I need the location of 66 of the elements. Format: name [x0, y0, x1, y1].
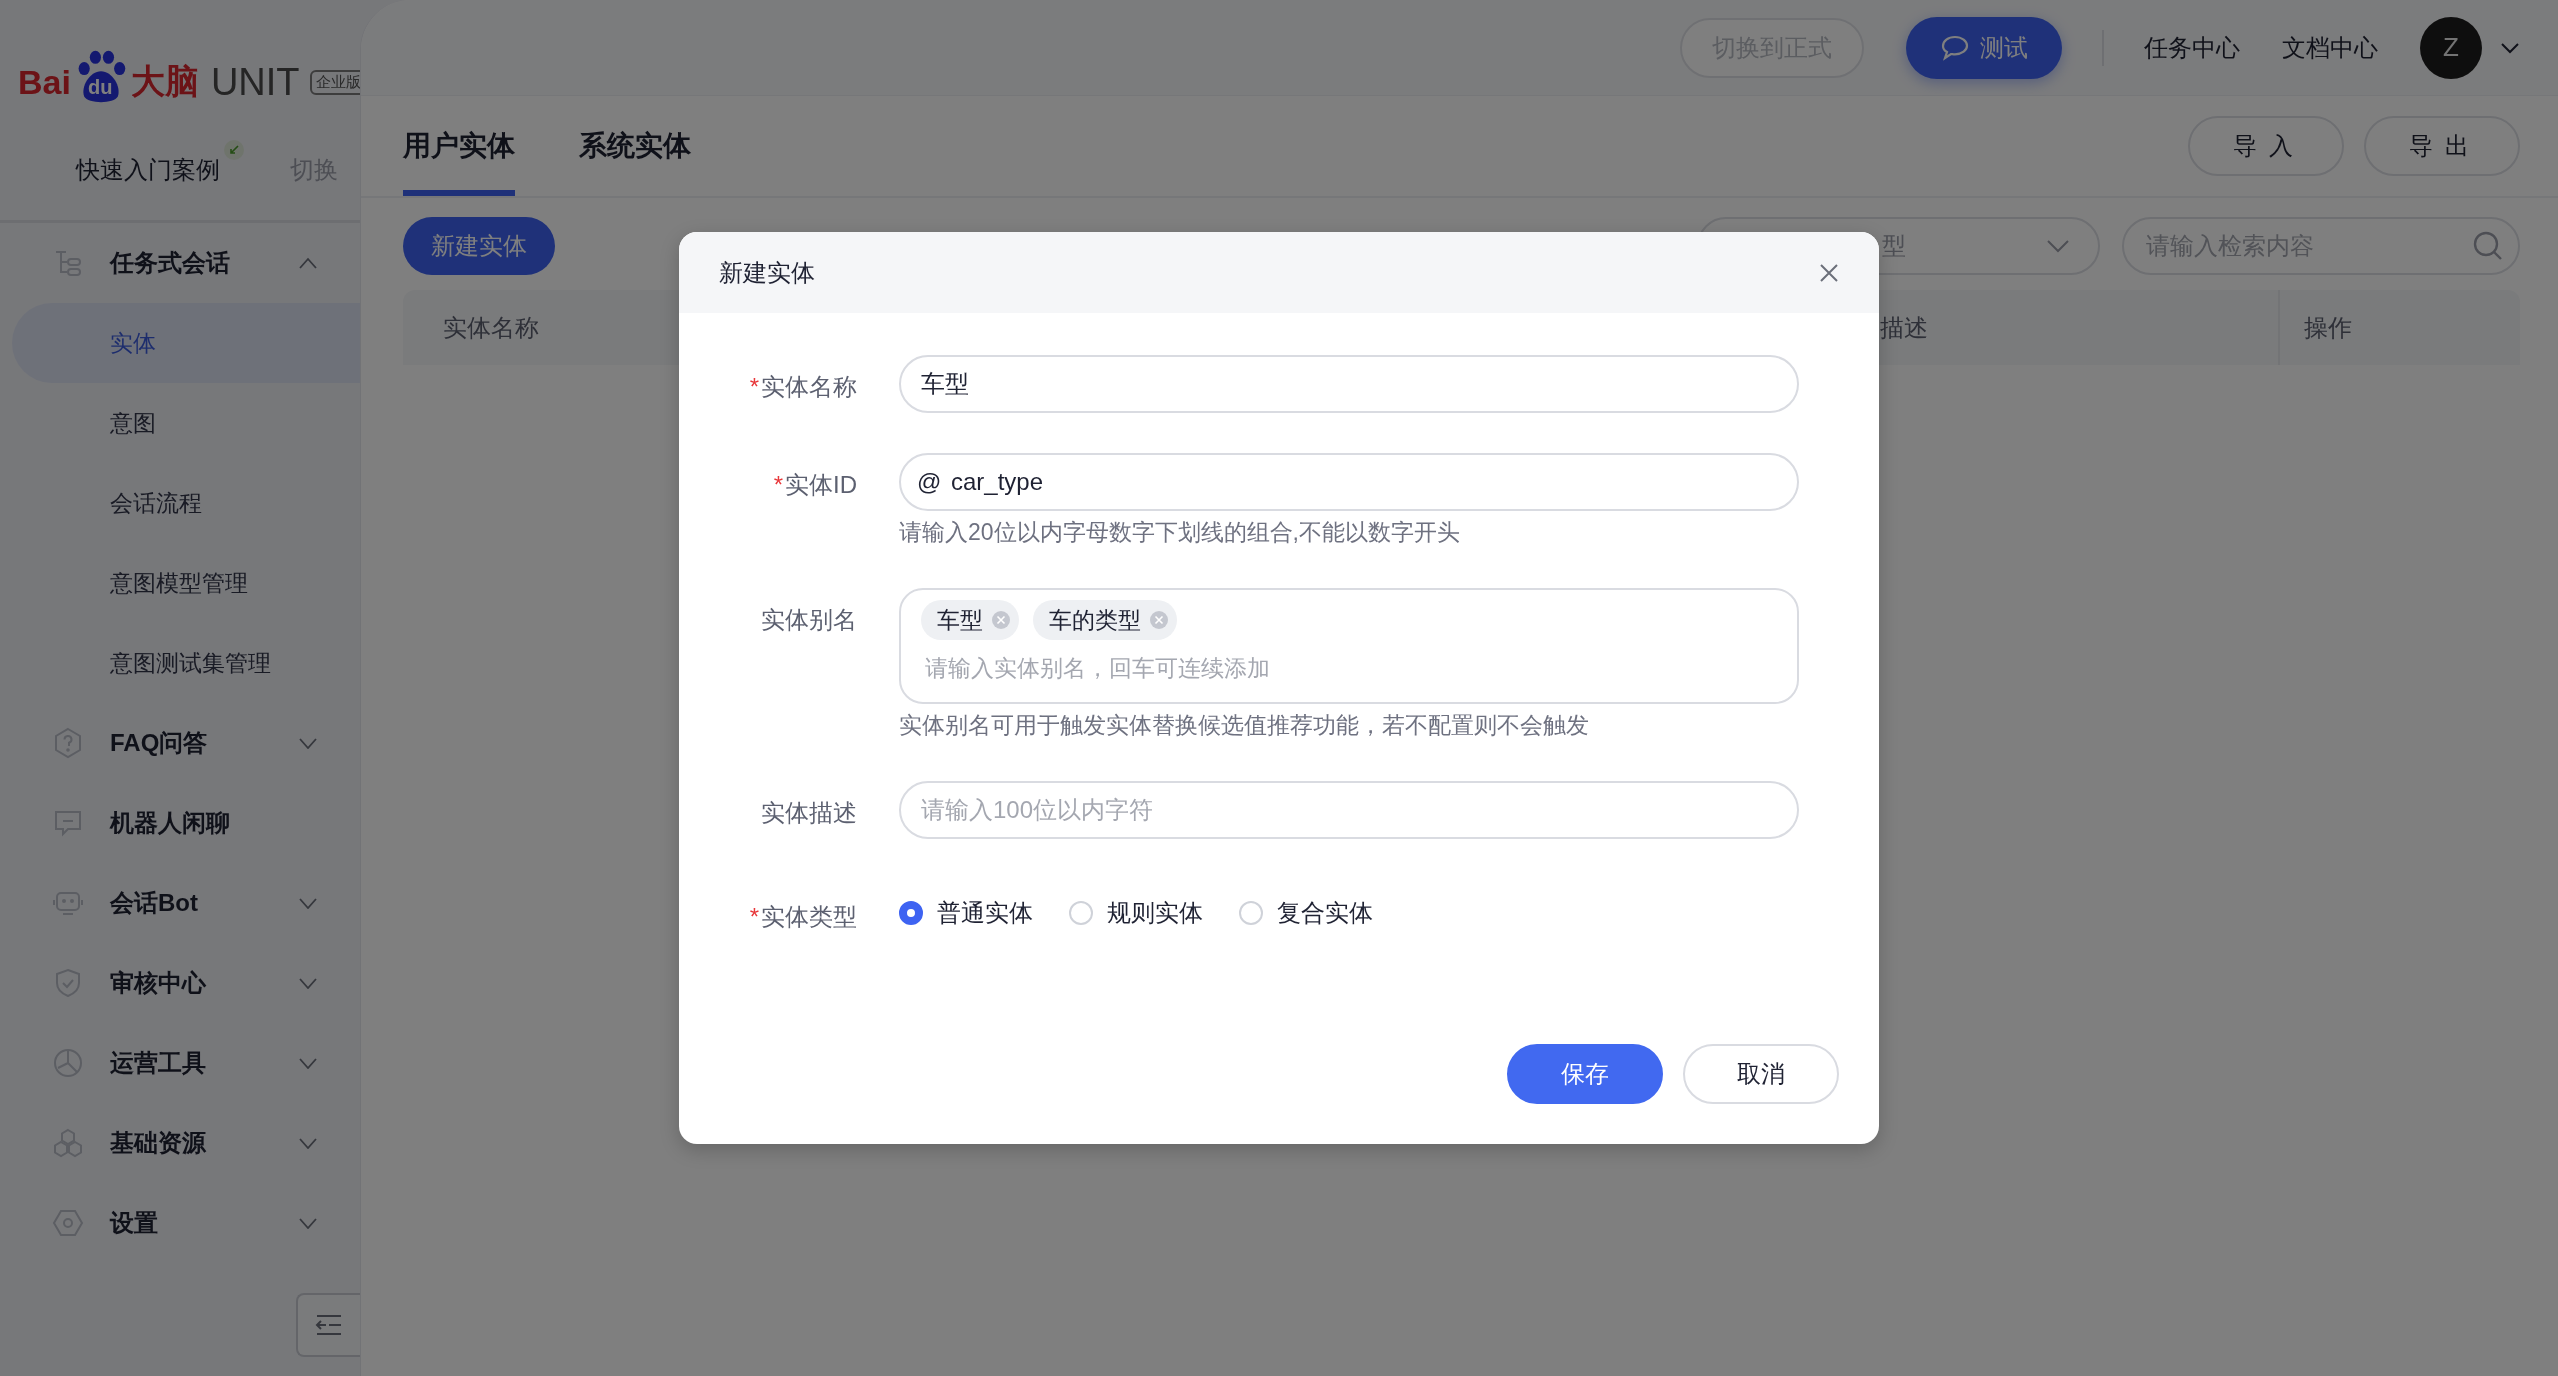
- field-hint: 实体别名可用于触发实体替换候选值推荐功能，若不配置则不会触发: [899, 711, 1590, 740]
- pie-icon: [52, 1047, 84, 1079]
- search-icon: [2472, 230, 2504, 262]
- nav-link[interactable]: 文档中心: [2282, 31, 2378, 64]
- menu-item[interactable]: 会话Bot: [0, 863, 360, 943]
- alias-input[interactable]: 请输入实体别名，回车可连续添加: [921, 654, 1777, 683]
- menu-item[interactable]: 设置: [0, 1183, 360, 1263]
- nav-link[interactable]: 任务中心: [2144, 31, 2240, 64]
- submenu-item[interactable]: 意图模型管理: [0, 543, 360, 623]
- submenu-item[interactable]: 意图: [0, 383, 360, 463]
- alias-tag: 车的类型: [1033, 600, 1177, 640]
- project-name: 快速入门案例: [76, 156, 220, 183]
- radio-option[interactable]: 普通实体: [899, 897, 1033, 929]
- new-entity-button[interactable]: 新建实体: [403, 217, 555, 275]
- field-label: 实体描述: [761, 799, 857, 826]
- faq-icon: [52, 727, 84, 759]
- radio-option[interactable]: 规则实体: [1069, 897, 1203, 929]
- tag-input-field[interactable]: 车型 车的类型 请输入实体别名，回车可连续添加: [899, 588, 1799, 704]
- collapse-button[interactable]: [296, 1293, 360, 1357]
- menu-item[interactable]: 基础资源: [0, 1103, 360, 1183]
- dialog-button[interactable]: 保存: [1507, 1044, 1663, 1104]
- submenu-item[interactable]: 实体: [12, 303, 360, 383]
- gear-icon: [52, 1207, 84, 1239]
- dialog-title: 新建实体: [719, 257, 815, 288]
- field-label: 实体别名: [761, 606, 857, 633]
- alias-tag: 车型: [921, 600, 1019, 640]
- input-field[interactable]: 车型: [899, 355, 1799, 413]
- menu-item[interactable]: 机器人闲聊: [0, 783, 360, 863]
- tab[interactable]: 用户实体: [403, 96, 515, 196]
- field-label: 实体名称: [761, 373, 857, 400]
- logo-text: du: [87, 76, 113, 99]
- collapse-icon: [315, 1313, 343, 1337]
- submenu-item[interactable]: 意图测试集管理: [0, 623, 360, 703]
- radio-option[interactable]: 复合实体: [1239, 897, 1373, 929]
- required-mark: *: [749, 373, 759, 400]
- chevron-icon: [2046, 239, 2070, 253]
- at-prefix: @: [917, 468, 942, 496]
- column-header: 操作: [2304, 312, 2352, 343]
- column-header: 描述: [1880, 312, 1928, 343]
- field-hint: 请输入20位以内字母数字下划线的组合,不能以数字开头: [899, 518, 1461, 547]
- menu-item[interactable]: 任务式会话: [0, 223, 360, 303]
- logo-text: 大脑: [130, 61, 199, 102]
- input-field[interactable]: 请输入100位以内字符: [899, 781, 1799, 839]
- action-button[interactable]: 导出: [2364, 116, 2520, 176]
- close-icon[interactable]: [1819, 262, 1839, 283]
- action-button[interactable]: 导入: [2188, 116, 2344, 176]
- chevron-icon[interactable]: [2500, 41, 2520, 54]
- required-mark: *: [773, 471, 783, 498]
- remove-icon[interactable]: [991, 610, 1011, 630]
- field-label: 实体ID: [785, 471, 857, 498]
- menu-item[interactable]: FAQ问答: [0, 703, 360, 783]
- field-label: 实体类型: [761, 903, 857, 930]
- product-name: UNIT: [210, 60, 300, 104]
- test-button[interactable]: 测试: [1906, 16, 2062, 79]
- menu-item[interactable]: 审核中心: [0, 943, 360, 1023]
- hex-icon: [52, 1127, 84, 1159]
- tab[interactable]: 系统实体: [579, 96, 691, 196]
- required-mark: *: [749, 903, 759, 930]
- chat-bubble-icon: [1940, 34, 1970, 61]
- menu-item[interactable]: 运营工具: [0, 1023, 360, 1103]
- column-header: 实体名称: [443, 312, 539, 343]
- submenu-item[interactable]: 会话流程: [0, 463, 360, 543]
- dialog-button[interactable]: 取消: [1683, 1044, 1839, 1104]
- logo-text: Bai: [18, 62, 71, 102]
- user-avatar[interactable]: Z: [2420, 16, 2482, 79]
- remove-icon[interactable]: [1149, 610, 1169, 630]
